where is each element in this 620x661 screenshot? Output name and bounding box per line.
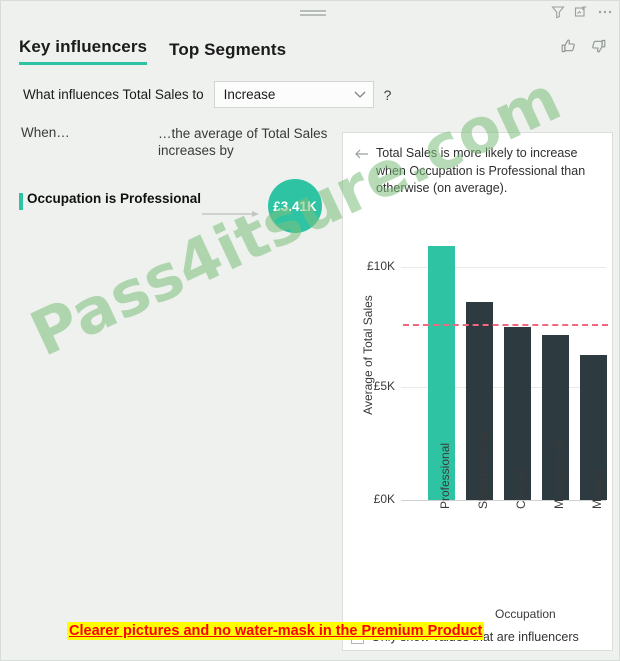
drag-handle[interactable] [300, 10, 326, 16]
filter-icon[interactable] [551, 5, 565, 19]
average-increase-label: …the average of Total Sales increases by [158, 126, 328, 158]
y-tick-0k: £0K [373, 492, 395, 506]
detail-chart-panel: Total Sales is more likely to increase w… [342, 132, 613, 651]
focus-mode-icon[interactable] [574, 5, 588, 19]
promo-watermark-banner: Clearer pictures and no water-mask in th… [67, 622, 485, 640]
key-influencers-visual: Key influencers Top Segments What influe… [0, 0, 620, 661]
visual-header [1, 1, 619, 27]
y-axis-title: Average of Total Sales [361, 295, 375, 415]
when-label: When… [21, 125, 70, 140]
influencer-row[interactable]: Occupation is Professional £3.41K [19, 179, 329, 247]
connector-arrow-icon [202, 205, 262, 217]
y-tick-10k: £10K [366, 259, 395, 273]
x-tick-manual: Manual [590, 469, 604, 509]
more-options-icon[interactable] [597, 5, 613, 19]
tab-key-influencers[interactable]: Key influencers [19, 37, 148, 65]
analysis-type-value: Increase [223, 87, 276, 102]
thumbs-down-icon[interactable] [589, 37, 607, 60]
x-tick-professional: Professional [438, 442, 452, 509]
visual-header-icons [551, 5, 613, 19]
rating-icons [560, 37, 607, 60]
influencer-color-marker [19, 193, 23, 210]
x-tick-management: Management [552, 438, 566, 509]
average-reference-line [403, 324, 608, 326]
question-row: What influences Total Sales to Increase … [23, 81, 391, 108]
thumbs-up-icon[interactable] [560, 37, 578, 60]
x-axis-line [401, 500, 606, 501]
tab-bar: Key influencers Top Segments [19, 37, 286, 65]
chevron-down-icon [353, 86, 367, 104]
help-icon[interactable]: ? [384, 87, 392, 103]
x-tick-clerical: Clerical [514, 468, 528, 509]
influencer-label: Occupation is Professional [27, 191, 202, 206]
y-tick-5k: £5K [373, 379, 395, 393]
x-tick-skilled-manual: Skilled Manual [476, 430, 490, 509]
bar-chart: Average of Total Sales £10K £5K £0K Prof… [343, 133, 614, 652]
tab-top-segments[interactable]: Top Segments [169, 40, 286, 65]
analysis-type-dropdown[interactable]: Increase [213, 81, 374, 108]
question-label: What influences Total Sales to [23, 87, 204, 102]
influencer-value-bubble[interactable]: £3.41K [268, 179, 322, 233]
x-axis-title: Occupation [495, 607, 556, 621]
